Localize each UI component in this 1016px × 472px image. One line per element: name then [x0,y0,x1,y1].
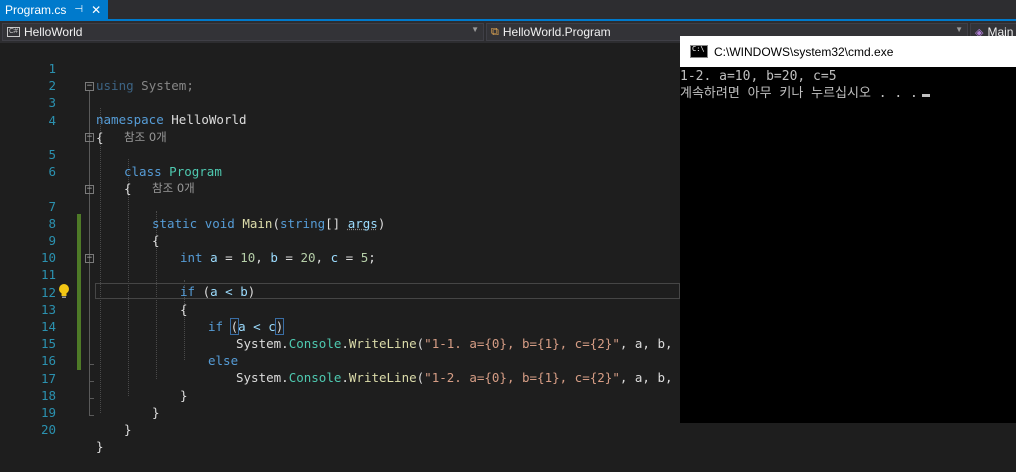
tab-title: Program.cs [5,2,67,17]
console-app-icon [690,45,708,58]
console-cursor [921,94,930,97]
code-line: 15 else [0,318,680,368]
code-line: 3 namespace HelloWorld [0,77,680,127]
code-line: 19 } [0,387,680,437]
csharp-project-icon: C# [7,27,20,37]
console-window[interactable]: C:\WINDOWS\system32\cmd.exe 1-2. a=10, b… [680,36,1016,423]
code-line: 16 System.Console.WriteLine("1-2. a={0},… [0,335,703,385]
chevron-down-icon: ▼ [471,25,479,34]
class-icon: ⧉ [491,25,499,38]
code-editor[interactable]: − − − − 1 using System; 2 3 namespace He… [0,43,703,454]
code-line: 7 static void Main(string[] args) [0,181,680,231]
code-line: 14 System.Console.WriteLine("1-1. a={0},… [0,301,703,351]
project-name: HelloWorld [23,25,83,39]
project-dropdown[interactable]: C# HelloWorld ▼ [2,23,484,41]
codelens-line: 참조 0개 [0,112,680,144]
document-tab-bar: Program.cs ⊣ ✕ [0,0,1016,21]
chevron-down-icon: ▼ [955,25,963,34]
console-title-bar[interactable]: C:\WINDOWS\system32\cmd.exe [680,36,1016,67]
code-line: 2 [0,60,680,93]
code-line: 18 } [0,370,680,420]
code-line: 10 [0,232,680,265]
console-output-line: 계속하려면 아무 키나 누르십시오 . . . [680,86,918,101]
close-icon[interactable]: ✕ [91,3,101,17]
tab-program-cs[interactable]: Program.cs ⊣ ✕ [0,0,108,19]
code-line: 8 { [0,198,680,248]
console-title: C:\WINDOWS\system32\cmd.exe [714,44,894,59]
code-line-current: 13 if (a < c) [0,284,680,335]
console-output-line: 1-2. a=10, b=20, c=5 [680,69,837,84]
code-line: 9 int a = 10, b = 20, c = 5; [0,215,680,265]
code-line: 5 class Program [0,129,680,179]
code-line: 6 { [0,146,680,196]
class-name: HelloWorld.Program [502,25,611,39]
codelens-line: 참조 0개 [0,163,680,195]
code-line: 11 if (a < b) [0,249,680,299]
line-number: 20 [40,422,56,438]
console-output: 1-2. a=10, b=20, c=5 계속하려면 아무 키나 누르십시오 .… [680,68,930,102]
code-line: 20 } [0,404,680,454]
code-line: 1 using System; [0,43,680,93]
code-line: 17 } [0,353,680,403]
code-line: 4 { [0,95,680,145]
pin-icon[interactable]: ⊣ [74,4,83,15]
code-line: 12 { [0,267,680,317]
